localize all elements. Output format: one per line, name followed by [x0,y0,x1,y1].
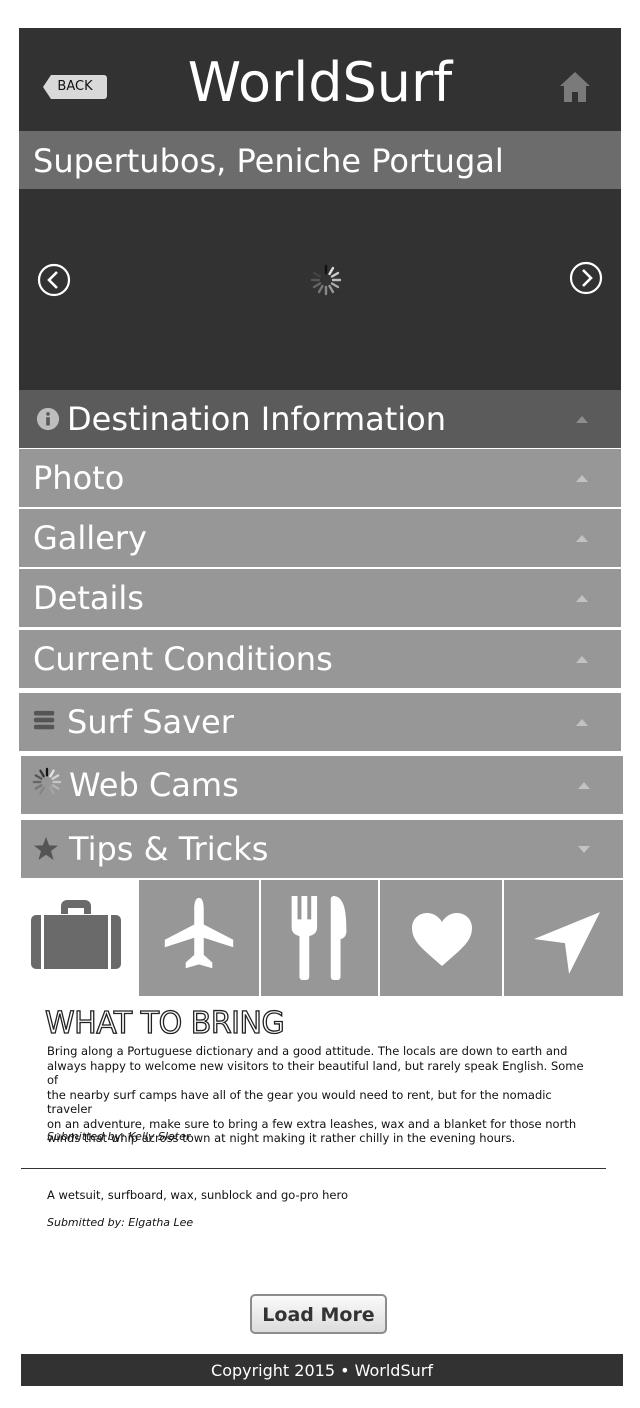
accordion-destination-information[interactable]: Destination Information [19,390,621,449]
accordion-web-cams[interactable]: Web Cams [21,756,623,815]
stack-icon [33,710,55,730]
accordion-label: Photo [33,459,125,497]
spinner-icon [310,264,342,296]
home-icon[interactable] [558,70,592,104]
tip-line: always happy to welcome new visitors to … [47,1058,584,1088]
airplane-icon [164,897,234,969]
accordion-tips-tricks[interactable]: Tips & Tricks [21,820,623,879]
chevron-right-circle-icon[interactable] [569,261,603,295]
tip-line: on an adventure, make sure to bring a fe… [47,1116,577,1131]
tip-text: A wetsuit, surfboard, wax, sunblock and … [47,1188,587,1203]
app-title: WorldSurf [187,51,453,114]
accordion-label: Destination Information [67,400,447,438]
chevron-up-icon [576,535,588,542]
location-title: Supertubos, Peniche Portugal [33,142,504,180]
chevron-up-icon [578,782,590,789]
load-more-button[interactable]: Load More [250,1294,387,1334]
divider [21,1168,606,1169]
tip-author: Submitted by: Elgatha Lee [47,1216,194,1229]
footer: Copyright 2015 • WorldSurf [21,1354,623,1386]
tab-favorites[interactable] [380,880,502,996]
accordion-label: Details [33,579,144,617]
tip-line: A wetsuit, surfboard, wax, sunblock and … [47,1188,349,1202]
accordion-gallery[interactable]: Gallery [19,509,621,568]
accordion-label: Current Conditions [33,640,333,678]
tab-food[interactable] [261,880,378,996]
spinner-icon [32,767,62,797]
heart-icon [412,913,472,966]
accordion-current-conditions[interactable]: Current Conditions [19,630,621,689]
tab-directions[interactable] [504,880,623,996]
tip-author: Submitted by: Kelly Slater [47,1130,191,1143]
accordion-details[interactable]: Details [19,569,621,628]
tab-what-to-bring[interactable] [19,880,137,996]
info-icon [36,407,60,431]
tip-line: the nearby surf camps have all of the ge… [47,1087,552,1117]
chevron-up-icon [576,656,588,663]
tip-line: Bring along a Portuguese dictionary and … [47,1044,568,1058]
accordion-label: Surf Saver [67,703,234,741]
chevron-up-icon [576,719,588,726]
accordion-photo[interactable]: Photo [19,449,621,508]
chevron-left-circle-icon[interactable] [37,263,71,297]
accordion-label: Web Cams [69,766,239,804]
tab-travel[interactable] [139,880,259,996]
chevron-up-icon [576,595,588,602]
accordion-surf-saver[interactable]: Surf Saver [19,693,621,752]
accordion-label: Gallery [33,519,147,557]
chevron-up-icon [576,475,588,482]
copyright-text: Copyright 2015 • WorldSurf [211,1361,433,1380]
chevron-down-icon [578,846,590,853]
back-button[interactable]: BACK [43,75,107,99]
star-icon [34,837,58,860]
accordion-label: Tips & Tricks [69,830,269,868]
navigation-arrow-icon [534,912,600,974]
suitcase-icon [31,900,121,969]
fork-knife-icon [291,895,347,981]
chevron-up-icon [576,416,588,423]
section-title: WHAT TO BRING [44,1005,285,1041]
